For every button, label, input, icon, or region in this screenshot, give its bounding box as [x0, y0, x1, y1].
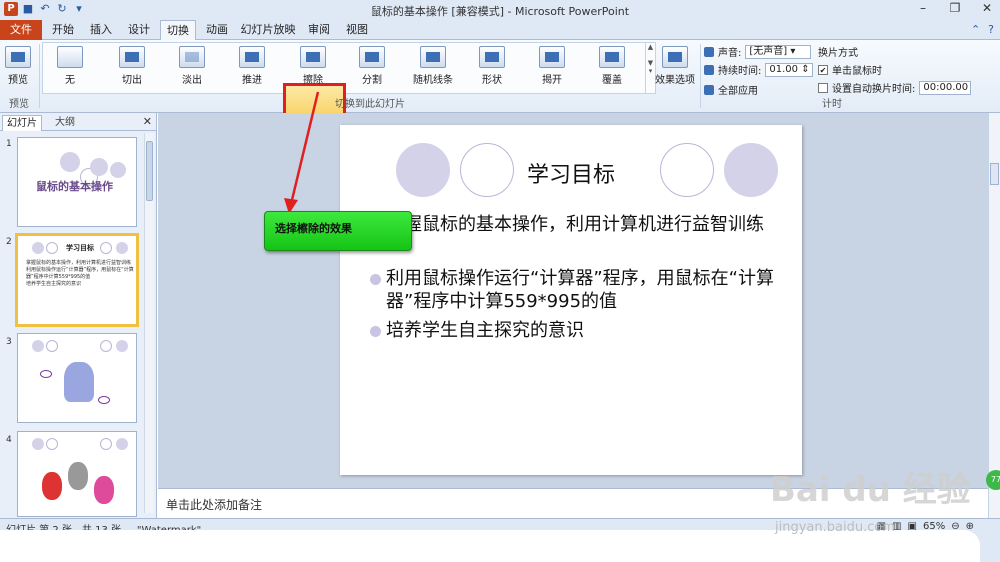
- group-label-preview: 预览: [9, 99, 29, 110]
- transition-none-icon: [57, 46, 83, 68]
- baidu-watermark: Bai du 经验: [770, 470, 971, 510]
- transition-wipe-icon: [300, 46, 326, 68]
- slide-thumbnail-2[interactable]: 学习目标 掌握鼠标的基本操作，利用计算机进行益智训练 利用鼠标操作运行“计算器”…: [15, 233, 139, 327]
- bullet-1[interactable]: 掌握鼠标的基本操作，利用计算机进行益智训练: [370, 213, 780, 236]
- transition-fade[interactable]: 淡出: [170, 46, 214, 86]
- tab-slides[interactable]: 幻灯片: [2, 115, 42, 131]
- panel-scrollbar[interactable]: [144, 133, 154, 513]
- help-icon[interactable]: ?: [988, 23, 994, 36]
- transition-split-icon: [359, 46, 385, 68]
- tab-file[interactable]: 文件: [0, 20, 42, 40]
- sound-row: 声音: [无声音] ▾: [704, 44, 812, 59]
- transition-shape-icon: [479, 46, 505, 68]
- slide-thumbnail-3[interactable]: [17, 333, 137, 423]
- cartoon-mouse-image: [64, 362, 94, 402]
- tab-insert[interactable]: 插入: [84, 20, 118, 40]
- bullet-3[interactable]: 培养学生自主探究的意识: [370, 319, 780, 342]
- transition-random-bars[interactable]: 随机线条: [408, 46, 458, 86]
- minimize-button[interactable]: –: [914, 1, 932, 15]
- tab-view[interactable]: 视图: [340, 20, 374, 40]
- main-scrollbar[interactable]: [988, 113, 1000, 518]
- transition-cover-icon: [599, 46, 625, 68]
- transition-shape[interactable]: 形状: [470, 46, 514, 86]
- thumb-title: 鼠标的基本操作: [36, 180, 113, 193]
- transition-none[interactable]: 无: [48, 46, 92, 86]
- effect-options-button[interactable]: 效果选项: [652, 46, 698, 86]
- duration-stepper[interactable]: 01.00 ⇕: [765, 62, 814, 77]
- sound-icon: [704, 46, 714, 57]
- transition-cut[interactable]: 切出: [110, 46, 154, 86]
- transition-uncover-icon: [539, 46, 565, 68]
- slide-canvas: 学习目标 掌握鼠标的基本操作，利用计算机进行益智训练 利用鼠标操作运行“计算器”…: [158, 113, 988, 488]
- transition-split[interactable]: 分割: [350, 46, 394, 86]
- badge-icon: 77: [986, 470, 1000, 490]
- preview-button[interactable]: 预览: [0, 46, 36, 86]
- divider: [39, 44, 40, 108]
- sound-dropdown[interactable]: [无声音] ▾: [745, 44, 812, 59]
- bullet-2[interactable]: 利用鼠标操作运行“计算器”程序，用鼠标在“计算器”程序中计算559*995的值: [370, 267, 780, 313]
- current-slide[interactable]: 学习目标 掌握鼠标的基本操作，利用计算机进行益智训练 利用鼠标操作运行“计算器”…: [340, 125, 802, 475]
- minimize-ribbon-icon[interactable]: ⌃: [971, 23, 980, 36]
- group-label-timing: 计时: [822, 99, 842, 110]
- ribbon-tabs: 文件 开始 插入 设计 切换 动画 幻灯片放映 审阅 视图 ⌃ ?: [0, 20, 1000, 41]
- divider: [700, 44, 701, 108]
- slide-thumbnail-1[interactable]: 鼠标的基本操作: [17, 137, 137, 227]
- apply-all-icon: [704, 84, 714, 95]
- thumb-title: 学习目标: [66, 244, 94, 252]
- duration-row: 持续时间: 01.00 ⇕: [704, 62, 814, 77]
- transition-push-icon: [239, 46, 265, 68]
- close-button[interactable]: ✕: [978, 1, 996, 15]
- auto-advance-checkbox[interactable]: [818, 82, 828, 93]
- panel-close-icon[interactable]: ✕: [143, 115, 152, 128]
- slide-number: 1: [6, 139, 12, 149]
- clock-icon: [704, 64, 714, 75]
- restore-button[interactable]: ❐: [946, 1, 964, 15]
- annotation-callout: 选择檫除的效果: [264, 211, 412, 251]
- slide-number: 2: [6, 237, 12, 247]
- tab-outline[interactable]: 大纲: [44, 115, 86, 131]
- transition-random-bars-icon: [420, 46, 446, 68]
- transition-cover[interactable]: 覆盖: [590, 46, 634, 86]
- transition-fade-icon: [179, 46, 205, 68]
- slide-thumbnail-4[interactable]: [17, 431, 137, 517]
- mouse-image: [42, 472, 62, 500]
- transition-uncover[interactable]: 揭开: [530, 46, 574, 86]
- effect-options-icon: [662, 46, 688, 68]
- baidu-watermark-url: jingyan.baidu.com: [775, 520, 895, 535]
- window-title: 鼠标的基本操作 [兼容模式] - Microsoft PowerPoint: [370, 5, 630, 18]
- group-label-transition: 切换到此幻灯片: [335, 99, 405, 110]
- preview-icon: [5, 46, 31, 68]
- transition-cut-icon: [119, 46, 145, 68]
- tab-home[interactable]: 开始: [46, 20, 80, 40]
- tab-review[interactable]: 审阅: [302, 20, 336, 40]
- transition-push[interactable]: 推进: [230, 46, 274, 86]
- tab-design[interactable]: 设计: [122, 20, 156, 40]
- auto-advance-stepper[interactable]: 00:00.00: [919, 80, 972, 95]
- slide-title[interactable]: 学习目标: [340, 157, 802, 189]
- slide-number: 4: [6, 435, 12, 445]
- title-bar: P ■ ↶ ↻ ▾ 鼠标的基本操作 [兼容模式] - Microsoft Pow…: [0, 0, 1000, 20]
- tab-transitions[interactable]: 切换: [160, 20, 196, 41]
- tab-animations[interactable]: 动画: [200, 20, 234, 40]
- slides-panel: 幻灯片 大纲 ✕ 1 鼠标的基本操作 2 学习目标 掌握鼠标的基本操作，利用计算…: [0, 113, 157, 518]
- transition-wipe[interactable]: 擦除: [291, 46, 335, 86]
- on-click-checkbox[interactable]: ✔: [818, 64, 828, 75]
- advance-slide-label: 换片方式: [818, 48, 858, 59]
- notes-placeholder: 单击此处添加备注: [166, 498, 263, 512]
- on-click-row: ✔ 单击鼠标时: [818, 64, 882, 77]
- tab-slideshow[interactable]: 幻灯片放映: [238, 20, 298, 40]
- ribbon: 预览 预览 ▲▼▾ 无 切出 淡出 推进 擦除 分割 随机线条 形状 揭开: [0, 40, 1000, 132]
- slide-number: 3: [6, 337, 12, 347]
- auto-advance-row: 设置自动换片时间: 00:00.00: [818, 80, 972, 95]
